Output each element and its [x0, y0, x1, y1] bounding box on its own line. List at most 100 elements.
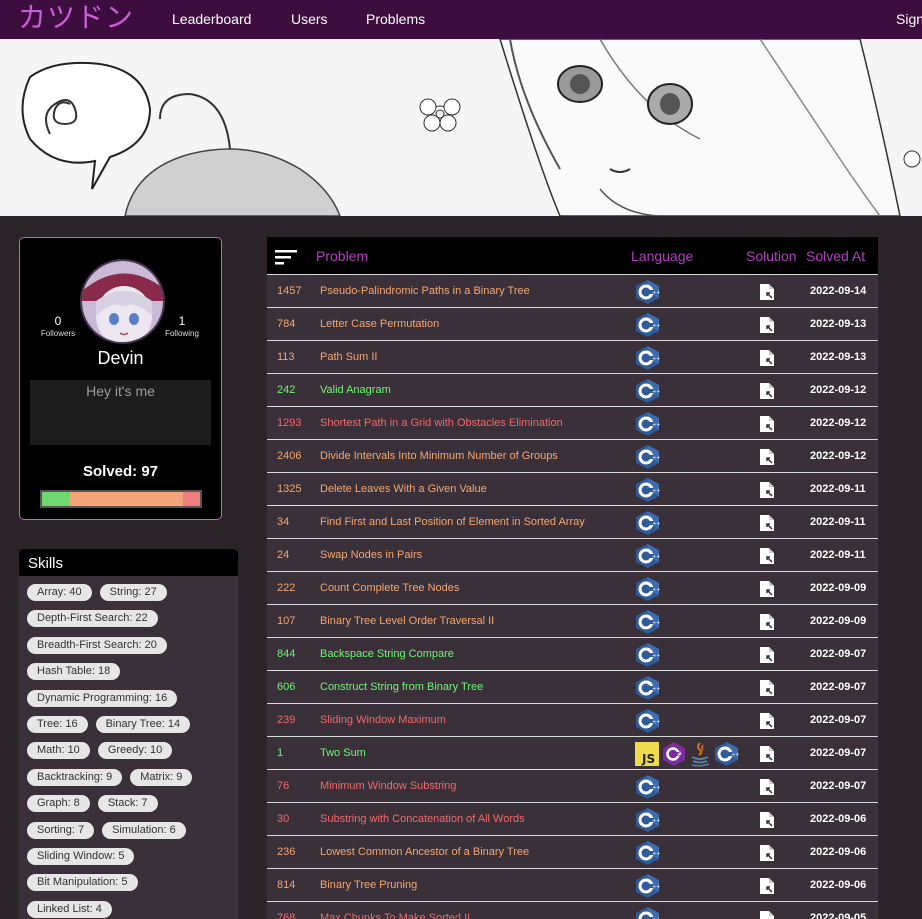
skill-tag[interactable]: Math: 10 [27, 742, 90, 760]
sort-lines-icon[interactable] [275, 249, 297, 265]
solution-link[interactable] [759, 580, 775, 601]
document-link-icon[interactable] [759, 712, 775, 730]
table-row[interactable]: 1457 Pseudo-Palindromic Paths in a Binary… [267, 275, 878, 308]
document-link-icon[interactable] [759, 613, 775, 631]
table-row[interactable]: 1293 Shortest Path in a Grid with Obstacl… [267, 407, 878, 440]
table-row[interactable]: 76 Minimum Window Substring ++ 2022-09-07 [267, 770, 878, 803]
solution-link[interactable] [759, 514, 775, 535]
problem-title[interactable]: Lowest Common Ancestor of a Binary Tree [320, 846, 529, 858]
solution-link[interactable] [759, 316, 775, 337]
skill-tag[interactable]: Binary Tree: 14 [95, 715, 191, 733]
table-row[interactable]: 236 Lowest Common Ancestor of a Binary Tr… [267, 836, 878, 869]
problem-title[interactable]: Delete Leaves With a Given Value [320, 483, 487, 495]
table-row[interactable]: 844 Backspace String Compare ++ 2022-09-07 [267, 638, 878, 671]
solution-link[interactable] [759, 646, 775, 667]
skill-tag[interactable]: Stack: 7 [97, 795, 158, 813]
document-link-icon[interactable] [759, 646, 775, 664]
skill-tag[interactable]: Matrix: 9 [130, 768, 193, 786]
problem-title[interactable]: Letter Case Permutation [320, 318, 439, 330]
document-link-icon[interactable] [759, 745, 775, 763]
document-link-icon[interactable] [759, 448, 775, 466]
skill-tag[interactable]: Bit Manipulation: 5 [27, 874, 138, 892]
skill-tag[interactable]: Sliding Window: 5 [27, 847, 135, 865]
table-row[interactable]: 222 Count Complete Tree Nodes ++ 2022-09-09 [267, 572, 878, 605]
skill-tag[interactable]: Simulation: 6 [102, 821, 186, 839]
problem-title[interactable]: Backspace String Compare [320, 648, 454, 660]
table-row[interactable]: 34 Find First and Last Position of Elemen… [267, 506, 878, 539]
table-row[interactable]: 242 Valid Anagram ++ 2022-09-12 [267, 374, 878, 407]
document-link-icon[interactable] [759, 679, 775, 697]
skill-tag[interactable]: Breadth-First Search: 20 [27, 636, 167, 654]
problem-title[interactable]: Valid Anagram [320, 384, 391, 396]
skill-tag[interactable]: Tree: 16 [27, 715, 88, 733]
problem-title[interactable]: Two Sum [320, 747, 366, 759]
solution-link[interactable] [759, 910, 775, 919]
problem-title[interactable]: Count Complete Tree Nodes [320, 582, 459, 594]
nav-users[interactable]: Users [291, 11, 328, 27]
table-row[interactable]: 24 Swap Nodes in Pairs ++ 2022-09-11 [267, 539, 878, 572]
document-link-icon[interactable] [759, 910, 775, 919]
skill-tag[interactable]: Array: 40 [27, 584, 92, 601]
problem-title[interactable]: Minimum Window Substring [320, 780, 456, 792]
solution-link[interactable] [759, 811, 775, 832]
problem-title[interactable]: Shortest Path in a Grid with Obstacles E… [320, 417, 563, 429]
document-link-icon[interactable] [759, 877, 775, 895]
solution-link[interactable] [759, 547, 775, 568]
document-link-icon[interactable] [759, 514, 775, 532]
document-link-icon[interactable] [759, 283, 775, 301]
header-solved-at[interactable]: Solved At [806, 248, 865, 264]
solution-link[interactable] [759, 778, 775, 799]
table-row[interactable]: 814 Binary Tree Pruning ++ 2022-09-06 [267, 869, 878, 902]
skill-tag[interactable]: Linked List: 4 [27, 900, 112, 918]
table-row[interactable]: 239 Sliding Window Maximum ++ 2022-09-07 [267, 704, 878, 737]
document-link-icon[interactable] [759, 316, 775, 334]
solution-link[interactable] [759, 415, 775, 436]
problem-title[interactable]: Construct String from Binary Tree [320, 681, 483, 693]
document-link-icon[interactable] [759, 481, 775, 499]
document-link-icon[interactable] [759, 415, 775, 433]
table-row[interactable]: 107 Binary Tree Level Order Traversal II +… [267, 605, 878, 638]
solution-link[interactable] [759, 877, 775, 898]
document-link-icon[interactable] [759, 844, 775, 862]
problem-title[interactable]: Substring with Concatenation of All Word… [320, 813, 525, 825]
avatar[interactable] [80, 259, 165, 344]
skill-tag[interactable]: String: 27 [99, 584, 167, 601]
document-link-icon[interactable] [759, 778, 775, 796]
table-row[interactable]: 606 Construct String from Binary Tree ++ 20… [267, 671, 878, 704]
solution-link[interactable] [759, 844, 775, 865]
solution-link[interactable] [759, 349, 775, 370]
header-solution[interactable]: Solution [746, 248, 797, 264]
problem-title[interactable]: Find First and Last Position of Element … [320, 516, 585, 528]
solution-link[interactable] [759, 613, 775, 634]
skill-tag[interactable]: Greedy: 10 [97, 742, 173, 760]
problem-title[interactable]: Binary Tree Level Order Traversal II [320, 615, 494, 627]
skill-tag[interactable]: Graph: 8 [27, 795, 90, 813]
skill-tag[interactable]: Hash Table: 18 [27, 663, 121, 681]
solution-link[interactable] [759, 283, 775, 304]
skill-tag[interactable]: Sorting: 7 [27, 821, 95, 839]
table-row[interactable]: 768 Max Chunks To Make Sorted II ++ 2022-09… [267, 902, 878, 919]
header-language[interactable]: Language [631, 248, 693, 264]
solution-link[interactable] [759, 679, 775, 700]
problem-title[interactable]: Sliding Window Maximum [320, 714, 446, 726]
table-row[interactable]: 1 Two Sum JS # ++ 2022-09-07 [267, 737, 878, 770]
problem-title[interactable]: Binary Tree Pruning [320, 879, 417, 891]
table-row[interactable]: 784 Letter Case Permutation ++ 2022-09-13 [267, 308, 878, 341]
document-link-icon[interactable] [759, 547, 775, 565]
table-row[interactable]: 113 Path Sum II ++ 2022-09-13 [267, 341, 878, 374]
document-link-icon[interactable] [759, 382, 775, 400]
solution-link[interactable] [759, 448, 775, 469]
document-link-icon[interactable] [759, 580, 775, 598]
table-row[interactable]: 1325 Delete Leaves With a Given Value ++ 20… [267, 473, 878, 506]
problem-title[interactable]: Path Sum II [320, 351, 377, 363]
nav-leaderboard[interactable]: Leaderboard [172, 11, 251, 27]
nav-problems[interactable]: Problems [366, 11, 425, 27]
problem-title[interactable]: Pseudo-Palindromic Paths in a Binary Tre… [320, 285, 530, 297]
problem-title[interactable]: Max Chunks To Make Sorted II [320, 912, 470, 919]
skill-tag[interactable]: Depth-First Search: 22 [27, 610, 158, 628]
solution-link[interactable] [759, 382, 775, 403]
header-problem[interactable]: Problem [316, 248, 368, 264]
problem-title[interactable]: Divide Intervals Into Minimum Number of … [320, 450, 558, 462]
solution-link[interactable] [759, 745, 775, 766]
nav-sign-in[interactable]: Sign [896, 11, 922, 27]
